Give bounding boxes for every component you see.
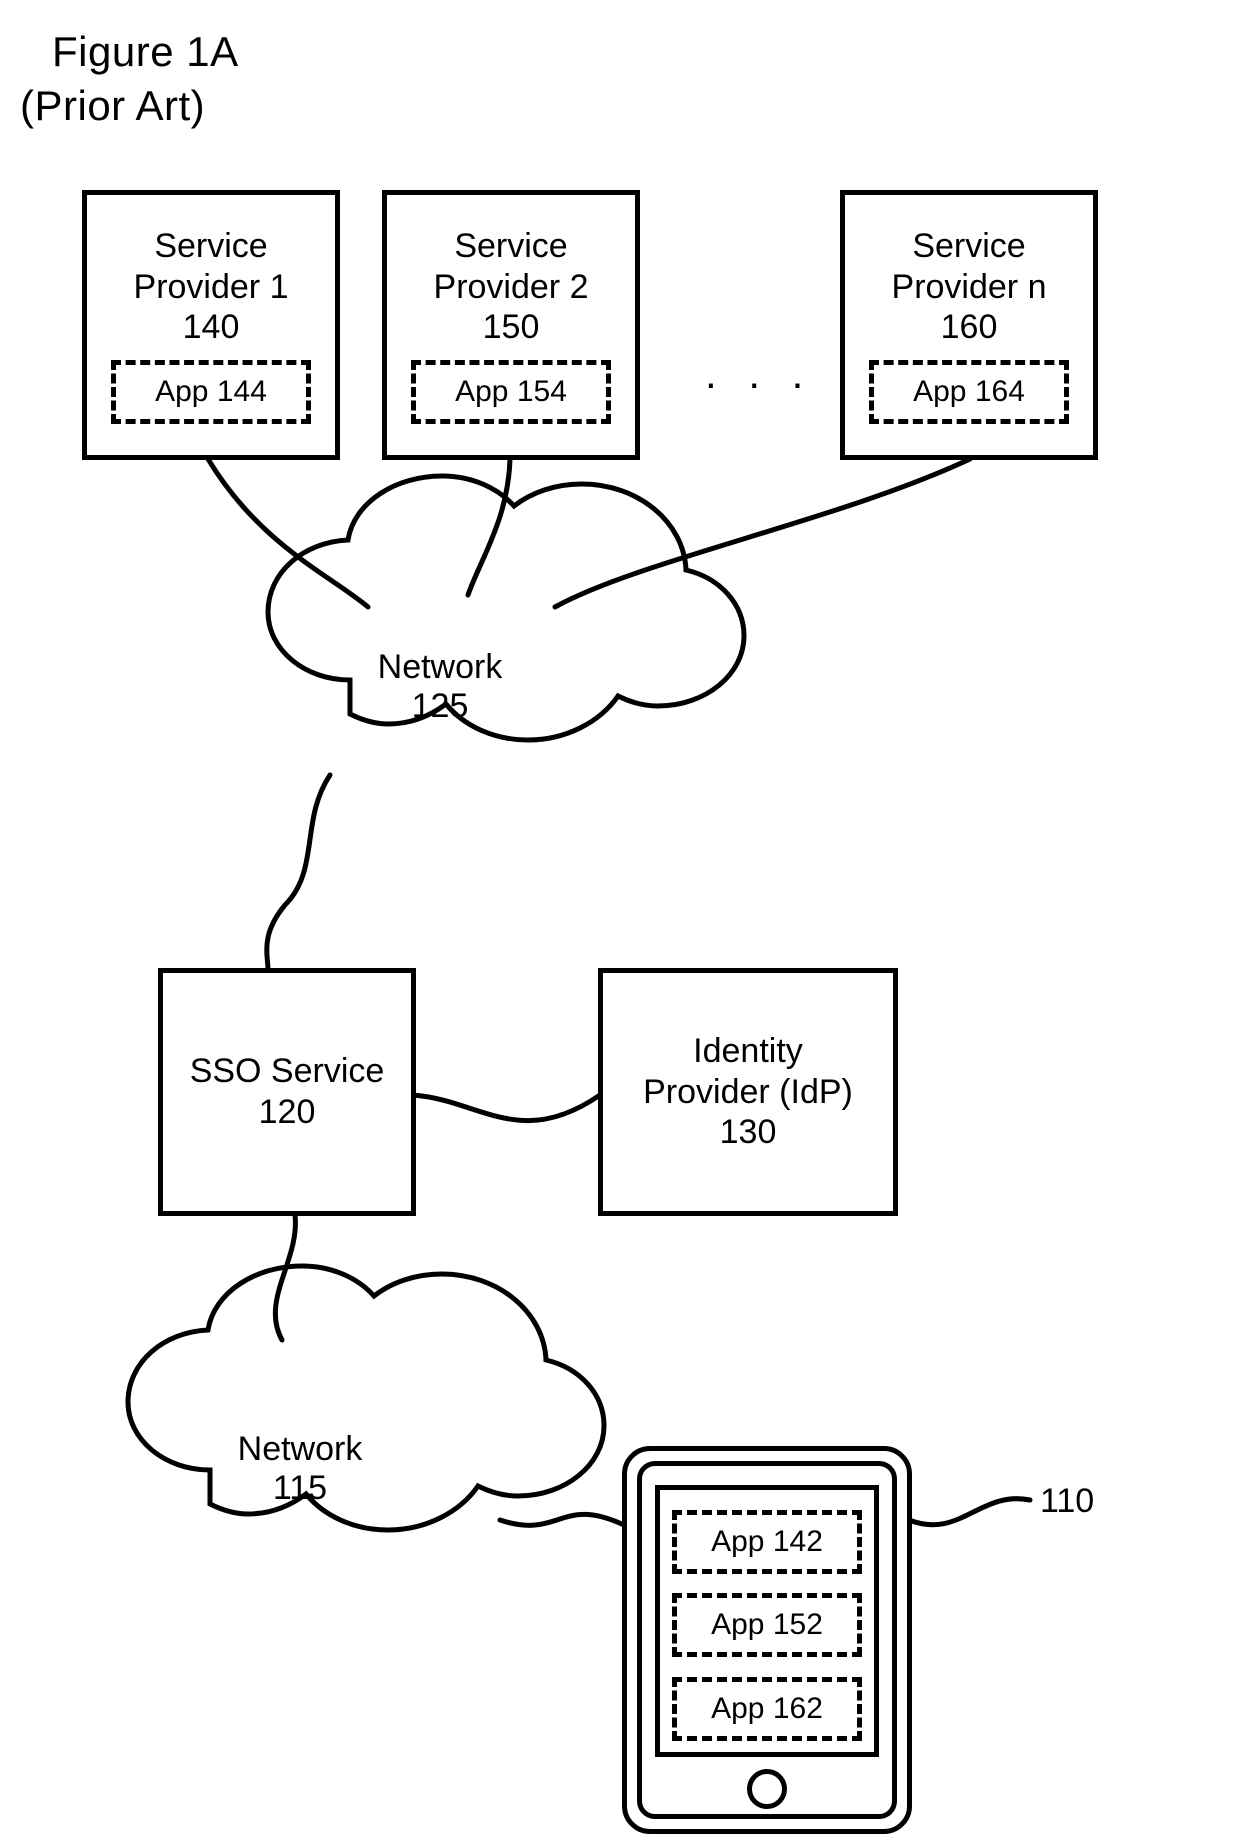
sp2-label: ServiceProvider 2150 (434, 226, 589, 348)
spn-app: App 164 (869, 360, 1069, 424)
phone-app-152: App 152 (672, 1593, 862, 1657)
service-provider-1: ServiceProvider 1140 App 144 (82, 190, 340, 460)
phone-app-162: App 162 (672, 1677, 862, 1741)
sp1-label: ServiceProvider 1140 (134, 226, 289, 348)
cloud-115 (128, 1266, 604, 1530)
mobile-home-button (747, 1769, 787, 1809)
sso-service: SSO Service120 (158, 968, 416, 1216)
service-provider-2: ServiceProvider 2150 App 154 (382, 190, 640, 460)
mobile-device-screen: App 142 App 152 App 162 (655, 1485, 879, 1757)
mobile-device: App 142 App 152 App 162 (622, 1446, 912, 1834)
idp-label: IdentityProvider (IdP)130 (643, 1031, 853, 1153)
sp2-app: App 154 (411, 360, 611, 424)
sso-label: SSO Service120 (190, 1051, 385, 1133)
mobile-device-ref: 110 (1040, 1482, 1094, 1521)
cloud-125 (268, 476, 744, 740)
sp1-app: App 144 (111, 360, 311, 424)
spn-label: ServiceProvider n160 (892, 226, 1047, 348)
ellipsis: . . . (705, 350, 813, 398)
identity-provider: IdentityProvider (IdP)130 (598, 968, 898, 1216)
service-provider-n: ServiceProvider n160 App 164 (840, 190, 1098, 460)
figure-title-line1: Figure 1A (52, 28, 239, 76)
phone-app-142: App 142 (672, 1510, 862, 1574)
figure-title-line2: (Prior Art) (20, 82, 205, 130)
